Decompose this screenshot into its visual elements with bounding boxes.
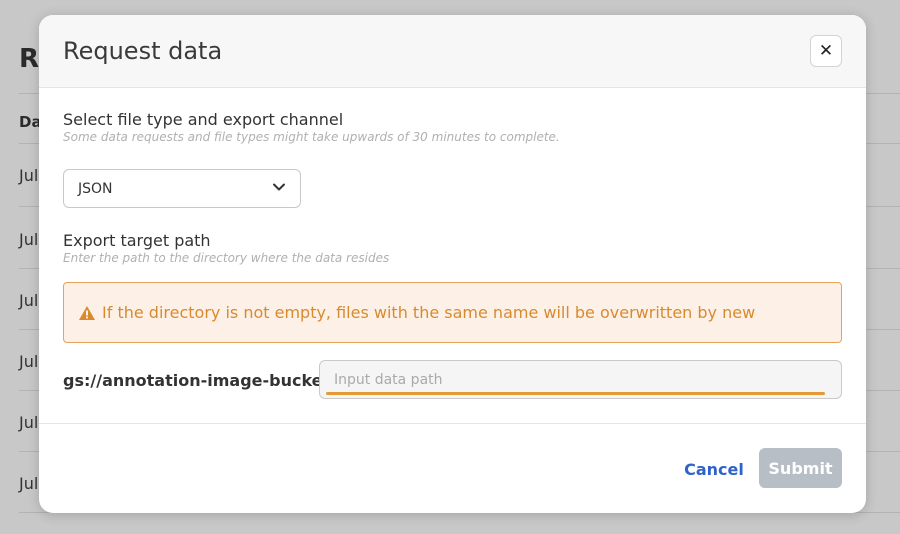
table-cell: Jul xyxy=(19,291,39,310)
modal-header: Request data ✕ xyxy=(39,15,866,88)
file-type-selected-value: JSON xyxy=(78,180,113,197)
warning-text: If the directory is not empty, files wit… xyxy=(102,303,756,322)
export-path-label: Export target path xyxy=(63,231,211,250)
bucket-path-prefix: gs://annotation-image-bucket/ xyxy=(63,371,337,390)
table-cell: Jul xyxy=(19,474,39,493)
table-cell: Jul xyxy=(19,413,39,432)
submit-button[interactable]: Submit xyxy=(759,448,842,488)
chevron-down-icon xyxy=(272,180,286,198)
table-cell: Jul xyxy=(19,230,39,249)
request-data-modal: Request data ✕ Select file type and expo… xyxy=(39,15,866,513)
close-icon: ✕ xyxy=(818,41,834,61)
table-cell: Jul xyxy=(19,352,39,371)
modal-title: Request data xyxy=(63,37,223,65)
footer-divider xyxy=(39,423,866,424)
file-type-label: Select file type and export channel xyxy=(63,110,344,129)
close-button[interactable]: ✕ xyxy=(810,35,842,67)
cancel-button[interactable]: Cancel xyxy=(679,449,749,489)
warning-icon xyxy=(78,305,96,321)
file-type-select[interactable]: JSON xyxy=(63,169,301,208)
input-focus-underline xyxy=(326,392,825,395)
table-cell: Jul xyxy=(19,166,39,185)
export-path-hint: Enter the path to the directory where th… xyxy=(63,251,390,265)
overwrite-warning: If the directory is not empty, files wit… xyxy=(63,282,842,343)
file-type-hint: Some data requests and file types might … xyxy=(63,130,560,144)
